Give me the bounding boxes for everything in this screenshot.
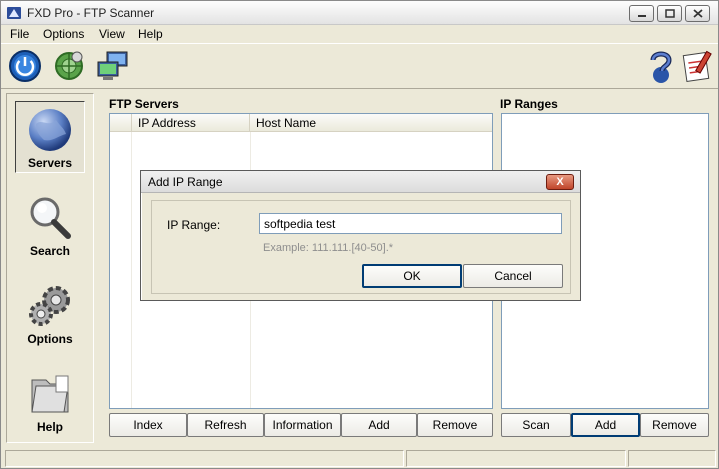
ip-range-input[interactable] — [259, 213, 562, 234]
computers-icon[interactable] — [95, 48, 131, 84]
dialog-title-bar: Add IP Range X — [141, 171, 580, 193]
status-pane-main — [5, 450, 404, 467]
dialog-cancel-button[interactable]: Cancel — [463, 264, 563, 288]
dialog-ok-button[interactable]: OK — [362, 264, 462, 288]
notes-icon[interactable] — [679, 48, 715, 84]
nav-search-label: Search — [29, 244, 71, 258]
folder-icon — [31, 375, 69, 413]
close-icon — [692, 9, 703, 18]
maximize-button[interactable] — [657, 5, 682, 22]
ftp-servers-title: FTP Servers — [109, 97, 179, 111]
nav-help[interactable]: Help — [15, 365, 85, 437]
minimize-icon — [637, 14, 646, 17]
ip-range-label: IP Range: — [167, 218, 221, 232]
close-button[interactable] — [685, 5, 710, 22]
title-bar: FXD Pro - FTP Scanner — [1, 1, 718, 25]
maximize-icon — [664, 9, 675, 18]
dialog-title: Add IP Range — [148, 175, 223, 189]
refresh-button[interactable]: Refresh — [187, 413, 264, 437]
dialog-close-button[interactable]: X — [546, 174, 574, 190]
remove-server-button[interactable]: Remove — [417, 413, 493, 437]
menu-view[interactable]: View — [99, 27, 125, 41]
column-select[interactable] — [110, 114, 132, 132]
gears-icon — [29, 286, 70, 326]
main-window: FXD Pro - FTP Scanner File Options View … — [0, 0, 719, 469]
globe-icon — [29, 109, 71, 151]
add-server-button[interactable]: Add — [341, 413, 417, 437]
status-bar — [1, 448, 718, 468]
nav-panel: Servers Search Options Help — [6, 93, 94, 443]
status-pane-right — [628, 450, 716, 467]
nav-servers[interactable]: Servers — [15, 101, 85, 173]
index-button[interactable]: Index — [109, 413, 187, 437]
scan-button[interactable]: Scan — [501, 413, 571, 437]
ftp-servers-header: IP Address Host Name — [110, 114, 492, 132]
network-icon[interactable] — [51, 48, 87, 84]
nav-servers-label: Servers — [27, 156, 73, 170]
power-icon[interactable] — [7, 48, 43, 84]
information-button[interactable]: Information — [264, 413, 341, 437]
help-icon[interactable] — [643, 48, 679, 84]
nav-search[interactable]: Search — [15, 189, 85, 261]
column-host-name[interactable]: Host Name — [250, 114, 492, 132]
nav-help-label: Help — [36, 420, 63, 434]
remove-range-button[interactable]: Remove — [640, 413, 709, 437]
minimize-button[interactable] — [629, 5, 654, 22]
menu-help[interactable]: Help — [138, 27, 163, 41]
menu-file[interactable]: File — [10, 27, 29, 41]
menu-options[interactable]: Options — [43, 27, 84, 41]
app-icon — [7, 7, 21, 19]
nav-options-label: Options — [27, 332, 73, 346]
menu-bar: File Options View Help — [1, 25, 718, 43]
magnifier-icon — [30, 197, 71, 239]
window-title: FXD Pro - FTP Scanner — [27, 6, 155, 20]
status-pane-middle — [406, 450, 626, 467]
ip-ranges-title: IP Ranges — [500, 97, 558, 111]
dialog-close-icon: X — [556, 176, 564, 188]
ip-range-example: Example: 111.111.[40-50].* — [263, 242, 394, 254]
add-range-button[interactable]: Add — [571, 413, 640, 437]
grid-divider — [131, 132, 132, 408]
toolbar — [1, 43, 718, 89]
column-ip-address[interactable]: IP Address — [132, 114, 250, 132]
nav-options[interactable]: Options — [15, 277, 85, 349]
